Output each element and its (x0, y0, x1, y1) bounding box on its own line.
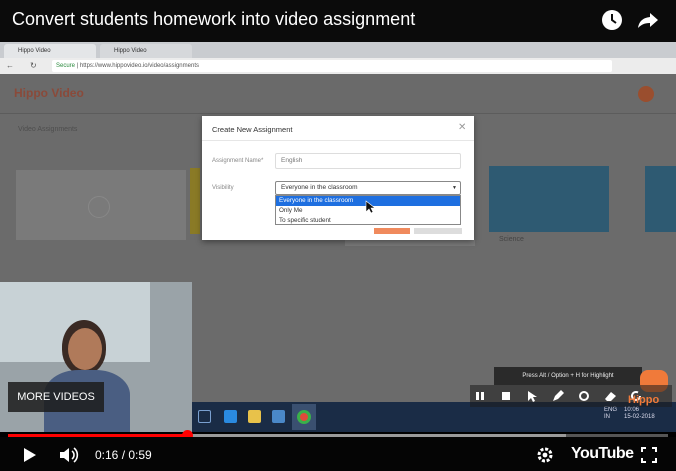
secure-label: Secure (56, 63, 76, 69)
chrome-taskbar-button[interactable] (292, 404, 316, 430)
clock-date: 15-02-2018 (624, 414, 655, 420)
assignment-card[interactable] (489, 166, 609, 232)
youtube-logo[interactable]: YouTube (571, 445, 634, 463)
create-button[interactable] (374, 228, 410, 234)
card-title: Science (499, 236, 524, 243)
divider (202, 140, 474, 141)
video-title[interactable]: Convert students homework into video ass… (0, 0, 676, 42)
clock-time: 10:06 (624, 407, 640, 413)
more-videos-button[interactable]: MORE VIDEOS (8, 382, 104, 412)
browser-tab[interactable]: Hippo Video (100, 44, 192, 58)
store-icon[interactable] (272, 410, 285, 423)
watch-later-icon[interactable] (600, 8, 624, 32)
eraser-icon[interactable] (602, 388, 618, 404)
system-clock[interactable]: 10:06 15-02-2018 (624, 407, 655, 421)
close-icon[interactable]: ✕ (458, 122, 466, 133)
time-display: 0:16 / 0:59 (95, 448, 152, 462)
lang-region: IN (604, 414, 610, 420)
highlight-icon[interactable] (576, 388, 592, 404)
stop-icon[interactable] (498, 388, 514, 404)
edge-icon[interactable] (224, 410, 237, 423)
assignment-card[interactable] (190, 168, 200, 234)
video-frame[interactable]: Hippo Video Hippo Video ← ↻ Secure | htt… (0, 42, 676, 432)
avatar[interactable] (638, 86, 654, 102)
hippo-watermark: Hippo (628, 394, 660, 406)
visibility-selected: Everyone in the classroom (281, 184, 358, 191)
assignment-name-label: Assignment Name* (212, 158, 264, 164)
cancel-button[interactable] (414, 228, 462, 234)
share-icon[interactable] (636, 8, 660, 32)
tab-label: Hippo Video (114, 48, 147, 54)
url-text: https://www.hippovideo.io/video/assignme… (79, 63, 199, 69)
visibility-label: Visibility (212, 185, 234, 191)
tab-label: Hippo Video (18, 48, 51, 54)
visibility-select[interactable]: Everyone in the classroom ▼ (275, 181, 461, 195)
assignment-card[interactable] (645, 166, 676, 232)
player-controls: 0:16 / 0:59 YouTube (0, 437, 676, 471)
pointer-icon[interactable] (524, 388, 540, 404)
highlight-hint: Press Alt / Option + H for Highlight (494, 367, 642, 385)
lang-code: ENG (604, 407, 618, 413)
task-view-icon[interactable] (198, 410, 211, 423)
add-icon[interactable] (88, 196, 110, 218)
card-caption (345, 240, 475, 246)
reload-icon[interactable]: ↻ (30, 61, 37, 70)
url-field[interactable]: Secure | https://www.hippovideo.io/video… (52, 60, 612, 72)
app-logo: Hippo Video (14, 86, 84, 100)
presenter-face (68, 328, 102, 370)
browser-tab-bar: Hippo Video Hippo Video (0, 42, 676, 58)
browser-address-bar: ← ↻ Secure | https://www.hippovideo.io/v… (0, 58, 676, 74)
dropdown-arrow-icon: ▼ (452, 185, 457, 191)
fullscreen-icon[interactable] (640, 446, 658, 464)
chrome-icon (297, 410, 311, 424)
back-icon[interactable]: ← (6, 61, 14, 70)
mouse-cursor-icon (365, 200, 376, 214)
language-indicator[interactable]: ENG IN (604, 407, 617, 421)
modal-title: Create New Assignment (212, 125, 293, 134)
volume-icon[interactable] (58, 445, 80, 465)
assignment-name-input[interactable]: English (275, 153, 461, 169)
pause-icon[interactable] (472, 388, 488, 404)
pen-icon[interactable] (550, 388, 566, 404)
settings-icon[interactable] (536, 446, 554, 464)
app-header: Hippo Video (0, 74, 676, 114)
play-icon[interactable] (20, 446, 38, 464)
create-assignment-modal: Create New Assignment ✕ Assignment Name*… (202, 116, 474, 240)
browser-tab[interactable]: Hippo Video (4, 44, 96, 58)
option-specific-student[interactable]: To specific student (276, 216, 460, 226)
folder-icon[interactable] (248, 410, 261, 423)
page-heading: Video Assignments (18, 126, 78, 133)
